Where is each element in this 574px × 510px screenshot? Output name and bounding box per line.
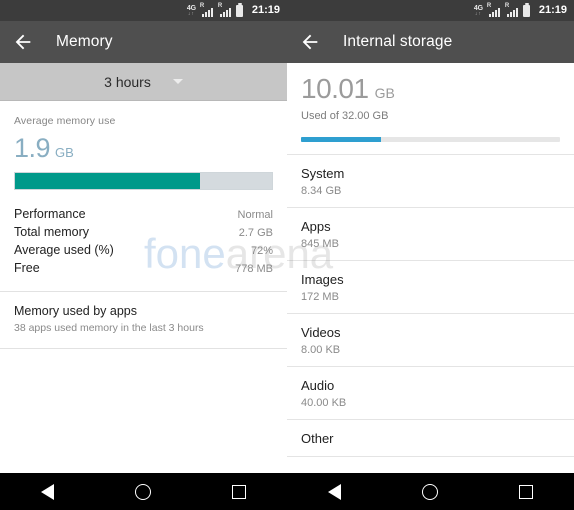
network-type-icon: 4G ↓↑ [187,5,196,17]
period-selector[interactable]: 3 hours [0,63,287,101]
storage-category-row[interactable]: Videos 8.00 KB [287,314,574,367]
memory-stat-key: Total memory [14,225,90,239]
back-arrow-icon[interactable] [12,31,34,53]
battery-icon [235,3,243,17]
triangle-back-icon [328,483,342,500]
battery-icon [522,3,530,17]
memory-stat-value: 2.7 GB [238,227,273,239]
internal-storage-screen: 4G ↓↑ R R 21:19 Internal storage 10.01 G… [287,0,574,510]
storage-summary: 10.01 GB Used of 32.00 GB [287,63,574,142]
storage-category-name: Other [301,431,334,446]
memory-used-by-apps-subtitle: 38 apps used memory in the last 3 hours [14,322,204,334]
memory-usage-bar [14,172,273,190]
status-bar: 4G ↓↑ R R 21:19 [0,0,287,21]
storage-app-bar: Internal storage [287,21,574,63]
nav-recents-button[interactable] [506,473,546,510]
page-title: Memory [56,33,113,50]
memory-screen: 4G ↓↑ R R 21:19 Memory 3 hours Average m… [0,0,287,510]
nav-home-button[interactable] [123,473,163,510]
storage-spacer [287,142,574,154]
average-memory-caption: Average memory use [14,115,116,127]
memory-app-bar: Memory [0,21,287,63]
signal-bars-sim2-icon: R [505,3,519,17]
square-recents-icon [519,484,534,499]
memory-stat-value: Normal [237,209,273,221]
memory-stat-value: 778 MB [235,263,273,275]
average-memory-unit: GB [55,145,74,160]
storage-used-unit: GB [374,85,395,101]
storage-category-size: 172 MB [301,291,339,303]
storage-category-row[interactable]: System 8.34 GB [287,155,574,208]
circle-home-icon [135,483,152,500]
memory-stat-key: Performance [14,207,86,221]
storage-category-size: 40.00 KB [301,397,347,409]
storage-category-size: 845 MB [301,238,339,250]
memory-stat-row: Free 778 MB [14,259,273,277]
storage-category-row[interactable]: Apps 845 MB [287,208,574,261]
signal-bars-sim1-icon: R [200,3,214,17]
storage-category-name: Audio [301,378,335,393]
storage-used-number: 10.01 [301,73,369,104]
storage-category-size: 8.00 KB [301,344,341,356]
storage-category-row[interactable]: Audio 40.00 KB [287,367,574,420]
square-recents-icon [232,484,247,499]
nav-home-button[interactable] [410,473,450,510]
status-bar-clock: 21:19 [251,4,280,16]
circle-home-icon [422,483,439,500]
period-selector-value: 3 hours [104,73,151,90]
storage-category-row[interactable]: Images 172 MB [287,261,574,314]
nav-back-button[interactable] [315,473,355,510]
memory-stat-value: 72% [250,245,273,257]
storage-category-row[interactable]: Other [287,420,574,457]
memory-stat-row: Performance Normal [14,205,273,223]
storage-category-size: 8.34 GB [301,185,342,197]
android-nav-bar-left [0,473,287,510]
status-icons: 4G ↓↑ R R 21:19 [474,3,567,17]
network-type-icon: 4G ↓↑ [474,5,483,17]
status-icons: 4G ↓↑ R R 21:19 [187,3,280,17]
storage-category-name: Apps [301,219,331,234]
storage-used-value: 10.01 GB [301,75,560,103]
status-bar-clock: 21:19 [538,4,567,16]
average-memory-number: 1.9 [14,133,51,163]
page-title: Internal storage [343,33,453,50]
memory-usage-bar-fill [15,173,201,189]
memory-used-by-apps-title: Memory used by apps [14,304,137,318]
memory-stat-row: Average used (%) 72% [14,241,273,259]
memory-used-by-apps-row[interactable]: Memory used by apps 38 apps used memory … [0,292,287,348]
storage-category-name: System [301,166,345,181]
memory-bottom-divider [0,348,287,349]
storage-category-list: System 8.34 GB Apps 845 MB Images 172 MB Video… [287,154,574,457]
storage-category-name: Images [301,272,344,287]
memory-stat-row: Total memory 2.7 GB [14,223,273,241]
nav-recents-button[interactable] [219,473,259,510]
memory-stat-key: Free [14,261,40,275]
memory-stat-key: Average used (%) [14,243,114,257]
back-arrow-icon[interactable] [299,31,321,53]
storage-category-name: Videos [301,325,341,340]
signal-bars-sim1-icon: R [487,3,501,17]
android-nav-bar-right [287,473,574,510]
average-memory-value: 1.9 GB [14,135,273,162]
chevron-down-icon [172,79,183,84]
data-arrows-icon: ↓↑ [474,11,482,17]
triangle-back-icon [41,483,55,500]
nav-back-button[interactable] [28,473,68,510]
memory-summary: Average memory use 1.9 GB Performance Nor… [0,101,287,277]
storage-used-of-label: Used of 32.00 GB [301,110,389,122]
status-bar: 4G ↓↑ R R 21:19 [287,0,574,21]
signal-bars-sim2-icon: R [218,3,232,17]
data-arrows-icon: ↓↑ [187,11,195,17]
memory-stats-list: Performance Normal Total memory 2.7 GB Avera… [14,205,273,277]
